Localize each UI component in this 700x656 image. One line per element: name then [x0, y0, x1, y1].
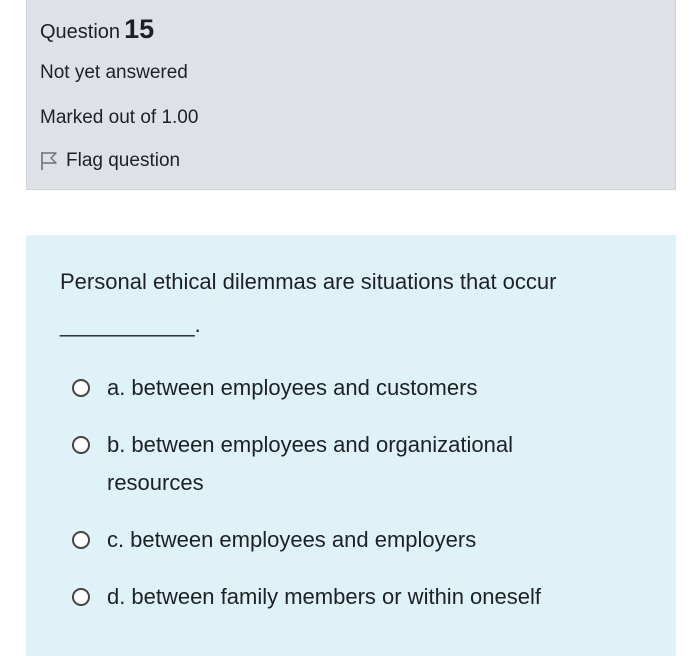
flag-question-link[interactable]: Flag question: [40, 150, 180, 172]
question-blank: ___________.: [60, 311, 201, 337]
question-text: Personal ethical dilemmas are situations…: [60, 261, 650, 347]
answer-option-d[interactable]: d. between family members or within onese…: [72, 582, 541, 616]
answer-label-a: a. between employees and customers: [107, 369, 477, 407]
answer-text-a: between employees and customers: [131, 375, 478, 400]
answer-label-d: d. between family members or within onese…: [107, 578, 541, 616]
answer-option-c[interactable]: c. between employees and employers: [72, 525, 476, 559]
answer-option-b[interactable]: b. between employees and organizational r…: [72, 430, 612, 502]
question-formulation: Personal ethical dilemmas are situations…: [26, 235, 676, 656]
radio-b[interactable]: [72, 436, 90, 454]
radio-c[interactable]: [72, 531, 90, 549]
question-state: Not yet answered: [40, 62, 188, 83]
radio-a[interactable]: [72, 379, 90, 397]
answer-option-a[interactable]: a. between employees and customers: [72, 373, 477, 407]
question-text-body: Personal ethical dilemmas are situations…: [60, 269, 557, 294]
question-number: 15: [124, 14, 155, 44]
question-label: Question: [40, 21, 121, 43]
answer-text-d: between family members or within oneself: [131, 584, 541, 609]
answer-label-b: b. between employees and organizational r…: [107, 426, 597, 502]
flag-outline-icon: [41, 152, 57, 170]
question-info-panel: Question 15 Not yet answered Marked out o…: [26, 0, 676, 190]
flag-question-label: Flag question: [66, 150, 181, 171]
answer-text-b: between employees and organizational res…: [107, 432, 513, 495]
answer-letter-b: b.: [107, 432, 126, 457]
question-heading: Question 15: [40, 14, 154, 45]
answer-text-c: between employees and employers: [130, 527, 477, 552]
radio-d[interactable]: [72, 588, 90, 606]
answer-letter-c: c.: [107, 527, 125, 552]
question-grade: Marked out of 1.00: [40, 107, 199, 128]
answer-label-c: c. between employees and employers: [107, 521, 476, 559]
answer-letter-d: d.: [107, 584, 126, 609]
answer-letter-a: a.: [107, 375, 126, 400]
